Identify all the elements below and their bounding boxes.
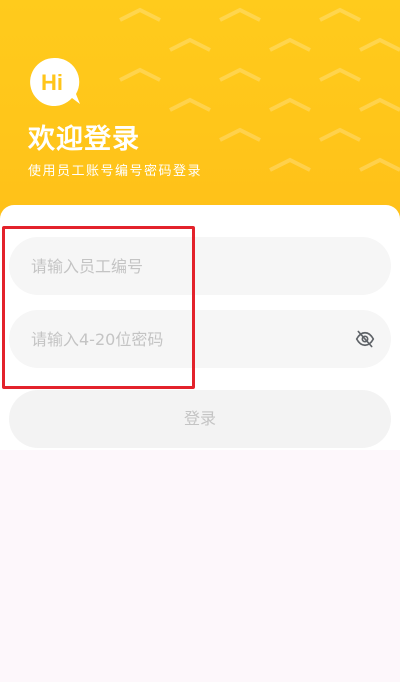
employee-id-input[interactable] xyxy=(31,237,331,295)
password-field[interactable] xyxy=(9,310,391,368)
page-subtitle: 使用员工账号编号密码登录 xyxy=(28,164,203,179)
page-title: 欢迎登录 xyxy=(28,124,140,155)
header-banner: Hi 欢迎登录 使用员工账号编号密码登录 xyxy=(0,0,400,240)
employee-id-field[interactable] xyxy=(9,237,391,295)
login-screen: Hi 欢迎登录 使用员工账号编号密码登录 登录 xyxy=(0,0,400,682)
logo-text: Hi xyxy=(41,70,63,95)
login-button[interactable]: 登录 xyxy=(9,390,391,448)
eye-off-icon[interactable] xyxy=(355,329,375,349)
hi-logo-icon: Hi xyxy=(28,56,82,106)
password-input[interactable] xyxy=(31,310,331,368)
